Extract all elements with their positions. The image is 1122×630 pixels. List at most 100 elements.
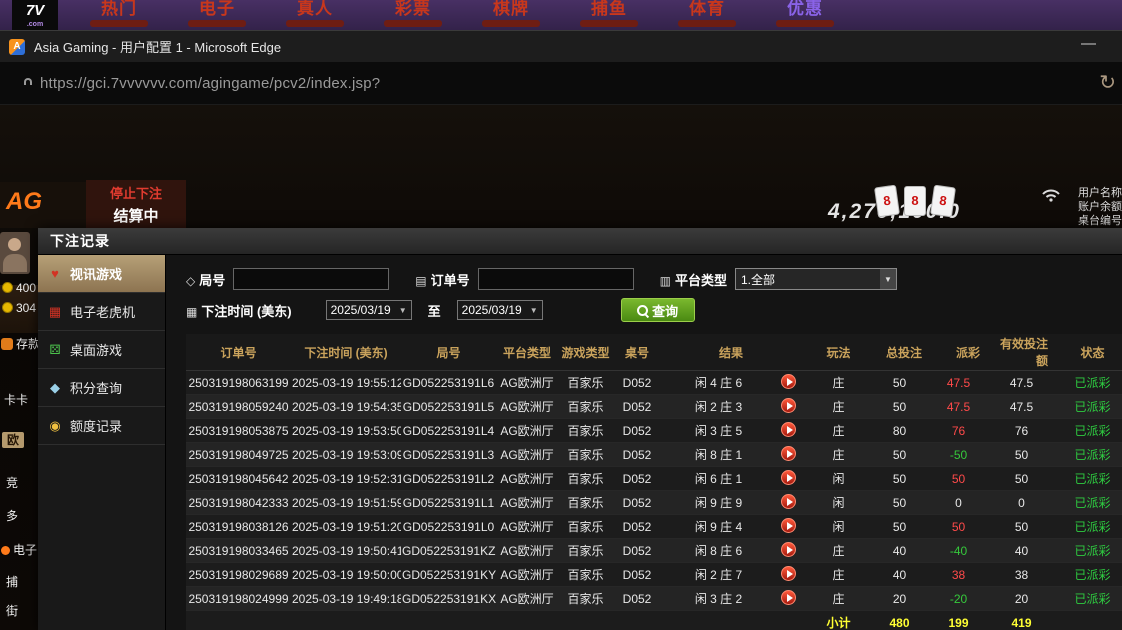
refresh-icon[interactable]: ↻	[1099, 70, 1116, 95]
nav-item-lottery[interactable]: 彩票	[384, 0, 442, 27]
chevron-down-icon: ▼	[399, 306, 407, 315]
col-game: 游戏类型	[558, 334, 613, 371]
hall-tab-active[interactable]: 欧	[2, 431, 24, 448]
cell-game: 百家乐	[558, 419, 613, 443]
minimize-button[interactable]: —	[1073, 33, 1104, 54]
date-to-value: 2025/03/19	[462, 303, 522, 317]
cell-table_no: D052	[613, 587, 661, 611]
col-result: 结果	[661, 334, 801, 371]
table-row: 2503191980423332025-03-19 19:51:59GD0522…	[186, 491, 1122, 515]
search-button[interactable]: 查询	[621, 298, 695, 322]
deposit-button[interactable]: 存款	[1, 335, 39, 352]
game-category-tab[interactable]: 捕	[6, 573, 18, 590]
date-to-picker[interactable]: 2025/03/19 ▼	[457, 300, 543, 320]
nav-item-chess[interactable]: 棋牌	[482, 0, 540, 27]
replay-button[interactable]	[781, 470, 796, 485]
hall-tab[interactable]: 卡卡	[4, 391, 28, 408]
subtotal-row: 小计 480 199 419	[186, 611, 1122, 630]
nav-item-live[interactable]: 真人	[286, 0, 344, 27]
nav-item-sports[interactable]: 体育	[678, 0, 736, 27]
result-text: 闲 3 庄 2	[695, 592, 742, 606]
replay-button[interactable]	[781, 374, 796, 389]
nav-underline	[678, 20, 736, 27]
dealt-cards: 8 8 8	[876, 186, 954, 216]
cell-table_no: D052	[613, 467, 661, 491]
cell-round: GD052253191KZ	[401, 539, 496, 563]
stop-betting-text: 停止下注	[86, 183, 186, 202]
sidebar-item-credit-record[interactable]: ◉ 额度记录	[38, 407, 165, 445]
nav-item-fishing[interactable]: 捕鱼	[580, 0, 638, 27]
result-text: 闲 4 庄 6	[695, 376, 742, 390]
cell-platform: AG欧洲厅	[496, 563, 558, 587]
order-number-input[interactable]	[478, 268, 634, 290]
playing-card: 8	[874, 185, 900, 218]
nav-underline	[776, 20, 834, 27]
replay-button[interactable]	[781, 518, 796, 533]
round-number-input[interactable]	[233, 268, 389, 290]
table-row: 2503191980631992025-03-19 19:55:12GD0522…	[186, 371, 1122, 395]
cell-result: 闲 6 庄 1	[661, 467, 801, 491]
subtotal-label: 小计	[801, 611, 876, 630]
filter-row-2: ▦下注时间 (美东) 2025/03/19 ▼ 至 2025/03/19 ▼ 查…	[186, 299, 1122, 321]
cell-game: 百家乐	[558, 371, 613, 395]
cell-valid: 38	[994, 563, 1062, 587]
modal-title: 下注记录	[38, 228, 1122, 255]
cell-order: 250319198045642	[186, 467, 291, 491]
sidebar-item-live-games[interactable]: ♥ 视讯游戏	[38, 255, 165, 293]
cell-time: 2025-03-19 19:55:12	[291, 371, 401, 395]
chevron-down-icon: ▼	[530, 306, 538, 315]
cell-round: GD052253191KX	[401, 587, 496, 611]
nav-item-promo[interactable]: 优惠	[776, 0, 834, 27]
table-row: 2503191980456422025-03-19 19:52:31GD0522…	[186, 467, 1122, 491]
sidebar-item-table-games[interactable]: ⚄ 桌面游戏	[38, 331, 165, 369]
replay-button[interactable]	[781, 398, 796, 413]
cell-time: 2025-03-19 19:49:18	[291, 587, 401, 611]
sidebar-item-slots[interactable]: ▦ 电子老虎机	[38, 293, 165, 331]
replay-button[interactable]	[781, 542, 796, 557]
cell-bet: 20	[876, 587, 936, 611]
cell-wager: 闲	[801, 515, 876, 539]
cell-table_no: D052	[613, 419, 661, 443]
result-text: 闲 8 庄 6	[695, 544, 742, 558]
replay-button[interactable]	[781, 590, 796, 605]
tag-icon: ◇	[186, 274, 195, 288]
game-category-tab[interactable]: 电子	[1, 541, 37, 558]
sidebar-item-label: 额度记录	[70, 416, 122, 435]
cell-result: 闲 8 庄 6	[661, 539, 801, 563]
cell-payout: 76	[936, 419, 994, 443]
user-name-label: 用户名称	[1078, 186, 1122, 200]
cell-order: 250319198038126	[186, 515, 291, 539]
url-input[interactable]: https://gci.7vvvvvv.com/agingame/pcv2/in…	[40, 75, 380, 92]
cell-bet: 50	[876, 491, 936, 515]
cell-wager: 庄	[801, 539, 876, 563]
replay-button[interactable]	[781, 422, 796, 437]
cell-table_no: D052	[613, 515, 661, 539]
cell-game: 百家乐	[558, 539, 613, 563]
flame-icon	[1, 546, 10, 555]
table-row: 2503191980497252025-03-19 19:53:09GD0522…	[186, 443, 1122, 467]
cell-status: 已派彩	[1062, 371, 1122, 395]
date-from-picker[interactable]: 2025/03/19 ▼	[326, 300, 412, 320]
nav-item-hot[interactable]: 热门	[90, 0, 148, 27]
replay-button[interactable]	[781, 446, 796, 461]
hall-tab[interactable]: 竞	[6, 474, 18, 491]
replay-button[interactable]	[781, 566, 796, 581]
nav-item-slots[interactable]: 电子	[188, 0, 246, 27]
cell-wager: 闲	[801, 467, 876, 491]
site-logo[interactable]: 7V.com	[12, 0, 58, 30]
hall-tab[interactable]: 多	[6, 507, 18, 524]
cell-valid: 50	[994, 467, 1062, 491]
avatar[interactable]	[0, 232, 30, 274]
platform-selected-value: 1.全部	[736, 271, 880, 288]
game-category-tab[interactable]: 街	[6, 602, 18, 619]
replay-button[interactable]	[781, 494, 796, 509]
cell-game: 百家乐	[558, 563, 613, 587]
cell-valid: 47.5	[994, 395, 1062, 419]
sidebar-item-points-query[interactable]: ◆ 积分查询	[38, 369, 165, 407]
window-title: Asia Gaming - 用户配置 1 - Microsoft Edge	[34, 37, 281, 56]
platform-type-select[interactable]: 1.全部 ▼	[735, 268, 897, 290]
cell-payout: 0	[936, 491, 994, 515]
playing-card: 8	[930, 185, 956, 218]
bet-records-modal: 下注记录 ♥ 视讯游戏 ▦ 电子老虎机 ⚄ 桌面游戏 ◆ 积分查询	[38, 228, 1122, 630]
sidebar-item-label: 积分查询	[70, 378, 122, 397]
